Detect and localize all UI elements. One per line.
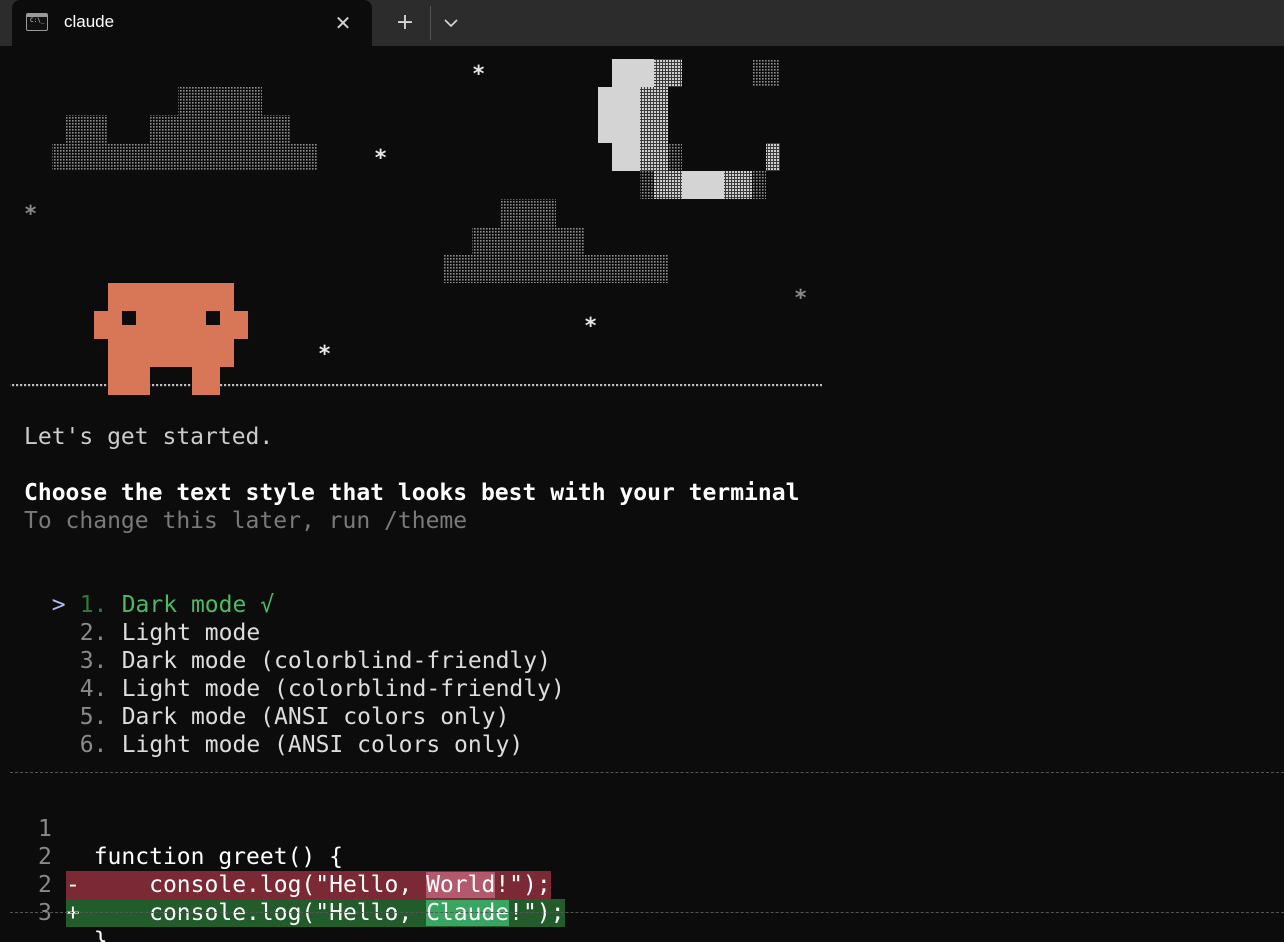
star: *: [794, 286, 808, 311]
intro-text: Let's get started.: [24, 424, 274, 450]
option-dark-mode[interactable]: >1. Dark mode √: [24, 563, 274, 618]
cloud-middle: [444, 199, 668, 283]
option-number: 6.: [79, 732, 108, 758]
diff-line-removed: 2 - console.log("Hello, World!");: [0, 815, 551, 899]
cloud-left: [52, 87, 318, 171]
code-text: console.log("Hello,: [93, 872, 427, 898]
diff-line-added: 2 + console.log("Hello, Claude!");: [0, 843, 565, 927]
option-light-colorblind[interactable]: 4. Light mode (colorblind-friendly): [24, 647, 565, 702]
diff-line: 3 }: [0, 871, 108, 942]
option-light-mode[interactable]: 2. Light mode: [24, 591, 260, 646]
title-bar: C:\_ claude ✕ +: [0, 0, 1284, 46]
option-dark-ansi[interactable]: 5. Dark mode (ANSI colors only): [24, 675, 510, 730]
star: *: [318, 342, 332, 367]
line-number: 3: [38, 900, 52, 926]
theme-hint: To change this later, run /theme: [24, 508, 468, 534]
art-canvas: [10, 59, 822, 395]
moon: [598, 59, 780, 199]
diff-line: 1 function greet() {: [0, 787, 343, 870]
plus-icon[interactable]: +: [390, 8, 420, 38]
star: *: [374, 146, 388, 171]
diff-marker: +: [66, 900, 80, 926]
divider: [10, 772, 1284, 773]
code-text: !");: [509, 900, 565, 926]
code-text: }: [93, 928, 108, 942]
option-light-ansi[interactable]: 6. Light mode (ANSI colors only): [24, 703, 524, 758]
mascot: [94, 283, 248, 395]
tab-divider: [430, 6, 431, 40]
chevron-down-icon[interactable]: [437, 8, 465, 38]
check-icon: √: [260, 592, 275, 618]
close-icon[interactable]: ✕: [330, 10, 356, 36]
page-title: Choose the text style that looks best wi…: [24, 480, 800, 506]
tab-claude[interactable]: C:\_ claude ✕: [12, 0, 372, 46]
diff-marker: -: [66, 872, 80, 898]
option-dark-colorblind[interactable]: 3. Dark mode (colorblind-friendly): [24, 619, 551, 674]
terminal-icon: C:\_: [26, 13, 48, 31]
line-number: 2: [38, 872, 52, 898]
code-text: !");: [495, 872, 551, 898]
line-number: 1: [38, 816, 52, 842]
star: *: [472, 62, 486, 87]
code-text: console.log("Hello,: [93, 900, 427, 926]
welcome-art: * * * * * *: [0, 46, 830, 406]
option-label: Light mode (ANSI colors only): [121, 732, 524, 758]
line-number: 2: [38, 844, 52, 870]
divider: [10, 912, 1284, 913]
added-word: Claude: [426, 900, 510, 926]
star: *: [584, 314, 598, 339]
star: *: [24, 202, 38, 227]
removed-word: World: [426, 872, 496, 898]
code-text: function greet() {: [93, 844, 343, 870]
tab-title: claude: [64, 12, 115, 31]
